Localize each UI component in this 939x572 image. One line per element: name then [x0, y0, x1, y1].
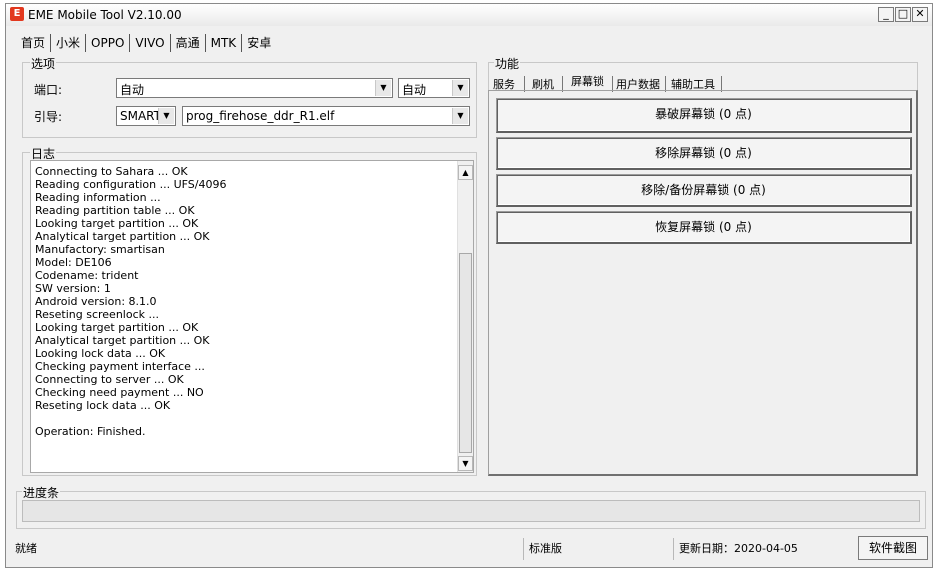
chevron-down-icon[interactable]: ▼ — [375, 80, 391, 96]
log-line: Operation: Finished. — [35, 425, 146, 438]
boot-label: 引导: — [34, 110, 63, 124]
log-line: Looking target partition ... OK — [35, 321, 199, 334]
port-mode-select[interactable]: 自动 ▼ — [398, 78, 470, 98]
brute-force-screenlock-button[interactable]: 暴破屏幕锁 (0 点) — [496, 98, 912, 133]
tab-oppo[interactable]: OPPO — [86, 34, 131, 52]
log-line: Manufactory: smartisan — [35, 243, 165, 256]
close-button[interactable]: ✕ — [912, 7, 928, 22]
status-bar: 就绪 标准版 更新日期：2020-04-05 — [12, 538, 852, 560]
tab-home[interactable]: 首页 — [16, 34, 52, 52]
tab-android[interactable]: 安卓 — [242, 34, 276, 52]
tab-vivo[interactable]: VIVO — [130, 34, 171, 52]
app-window: E EME Mobile Tool V2.10.00 _ □ ✕ 首页 小米 OPP… — [5, 3, 933, 568]
log-line: Connecting to server ... OK — [35, 373, 184, 386]
port-label: 端口: — [34, 83, 63, 97]
options-group-label: 选项 — [30, 55, 57, 72]
port-select-value: 自动 — [120, 83, 145, 97]
boot-file-select[interactable]: prog_firehose_ddr_R1.elf ▼ — [182, 106, 470, 126]
status-edition: 标准版 — [526, 538, 674, 560]
port-select[interactable]: 自动 ▼ — [116, 78, 393, 98]
log-line: Checking payment interface ... — [35, 360, 205, 373]
log-line: Checking need payment ... NO — [35, 386, 204, 399]
tab-mtk[interactable]: MTK — [206, 34, 243, 52]
log-line: Codename: trident — [35, 269, 139, 282]
log-scrollbar[interactable]: ▲ ▼ — [457, 161, 473, 472]
progress-bar — [22, 500, 920, 522]
progress-group-label: 进度条 — [22, 484, 61, 501]
screenshot-button[interactable]: 软件截图 — [858, 536, 928, 560]
log-line: Reading configuration ... UFS/4096 — [35, 178, 227, 191]
scroll-down-arrow-icon[interactable]: ▼ — [458, 456, 473, 471]
log-line: Connecting to Sahara ... OK — [35, 165, 188, 178]
log-line: Analytical target partition ... OK — [35, 334, 210, 347]
log-line: Reseting screenlock ... — [35, 308, 159, 321]
log-line: Model: DE106 — [35, 256, 112, 269]
tab-xiaomi[interactable]: 小米 — [51, 34, 87, 52]
log-line: Reading information ... — [35, 191, 161, 204]
main-tab-bar: 首页 小米 OPPO VIVO 高通 MTK 安卓 — [16, 34, 276, 54]
log-line: Reading partition table ... OK — [35, 204, 195, 217]
status-state: 就绪 — [12, 538, 524, 560]
remove-backup-screenlock-button[interactable]: 移除/备份屏幕锁 (0 点) — [496, 174, 912, 207]
tab-qualcomm[interactable]: 高通 — [170, 34, 206, 52]
port-mode-select-value: 自动 — [402, 83, 427, 97]
log-line: Android version: 8.1.0 — [35, 295, 157, 308]
remove-screenlock-button[interactable]: 移除屏幕锁 (0 点) — [496, 137, 912, 170]
minimize-button[interactable]: _ — [878, 7, 894, 22]
app-logo-icon: E — [10, 7, 24, 21]
status-update-date: 更新日期：2020-04-05 — [679, 542, 798, 555]
restore-screenlock-button[interactable]: 恢复屏幕锁 (0 点) — [496, 211, 912, 244]
scroll-up-arrow-icon[interactable]: ▲ — [458, 165, 473, 180]
title-bar[interactable]: E EME Mobile Tool V2.10.00 _ □ ✕ — [6, 4, 932, 26]
chevron-down-icon[interactable]: ▼ — [452, 80, 468, 96]
functions-group-label: 功能 — [494, 55, 521, 72]
scroll-thumb[interactable] — [459, 253, 472, 453]
log-line: Reseting lock data ... OK — [35, 399, 171, 412]
options-group — [22, 62, 477, 138]
window-title: EME Mobile Tool V2.10.00 — [28, 8, 182, 22]
chevron-down-icon[interactable]: ▼ — [452, 108, 468, 124]
boot-file-select-value: prog_firehose_ddr_R1.elf — [186, 109, 335, 123]
boot-type-select[interactable]: SMARTI ▼ — [116, 106, 176, 126]
log-line: Analytical target partition ... OK — [35, 230, 210, 243]
log-line: SW version: 1 — [35, 282, 111, 295]
chevron-down-icon[interactable]: ▼ — [158, 108, 174, 124]
log-textarea[interactable]: Connecting to Sahara ... OK Reading conf… — [30, 160, 474, 473]
maximize-button[interactable]: □ — [895, 7, 911, 22]
log-line: Looking target partition ... OK — [35, 217, 199, 230]
log-line: Looking lock data ... OK — [35, 347, 166, 360]
